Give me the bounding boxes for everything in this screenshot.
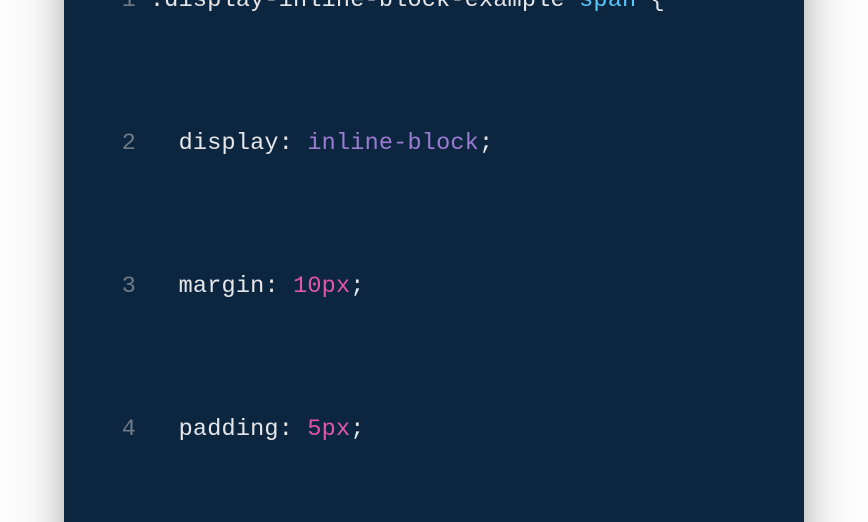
code-line: 2 display: inline-block;: [92, 126, 776, 162]
token-brace: {: [651, 0, 665, 14]
token-space: [636, 0, 650, 14]
token-indent: [150, 416, 179, 443]
token-property: display: [179, 130, 279, 157]
token-indent: [150, 273, 179, 300]
line-source: .display-inline-block-example span {: [136, 0, 665, 19]
line-number: 4: [92, 412, 136, 448]
token-space: [565, 0, 579, 14]
token-selector-tag: span: [579, 0, 636, 14]
token-semicolon: ;: [350, 416, 364, 443]
token-semicolon: ;: [479, 130, 493, 157]
token-value: 5px: [307, 416, 350, 443]
line-source: display: inline-block;: [136, 126, 493, 162]
code-card: 1 .display-inline-block-example span { 2…: [64, 0, 804, 522]
token-value: 10px: [293, 273, 350, 300]
token-property: padding: [179, 416, 279, 443]
token-colon: :: [279, 130, 293, 157]
token-colon: :: [264, 273, 278, 300]
token-value: inline-block: [307, 130, 479, 157]
token-space: [293, 130, 307, 157]
line-source: padding: 5px;: [136, 412, 365, 448]
code-line: 4 padding: 5px;: [92, 412, 776, 448]
token-space: [293, 416, 307, 443]
token-indent: [150, 130, 179, 157]
line-number: 1: [92, 0, 136, 19]
line-number: 3: [92, 269, 136, 305]
token-selector-class: .display-inline-block-example: [150, 0, 565, 14]
token-space: [279, 273, 293, 300]
token-colon: :: [279, 416, 293, 443]
line-source: margin: 10px;: [136, 269, 365, 305]
line-number: 2: [92, 126, 136, 162]
stage: 1 .display-inline-block-example span { 2…: [0, 0, 868, 522]
code-line: 3 margin: 10px;: [92, 269, 776, 305]
code-line: 1 .display-inline-block-example span {: [92, 0, 776, 19]
code-block: 1 .display-inline-block-example span { 2…: [92, 0, 776, 522]
token-semicolon: ;: [350, 273, 364, 300]
token-property: margin: [179, 273, 265, 300]
